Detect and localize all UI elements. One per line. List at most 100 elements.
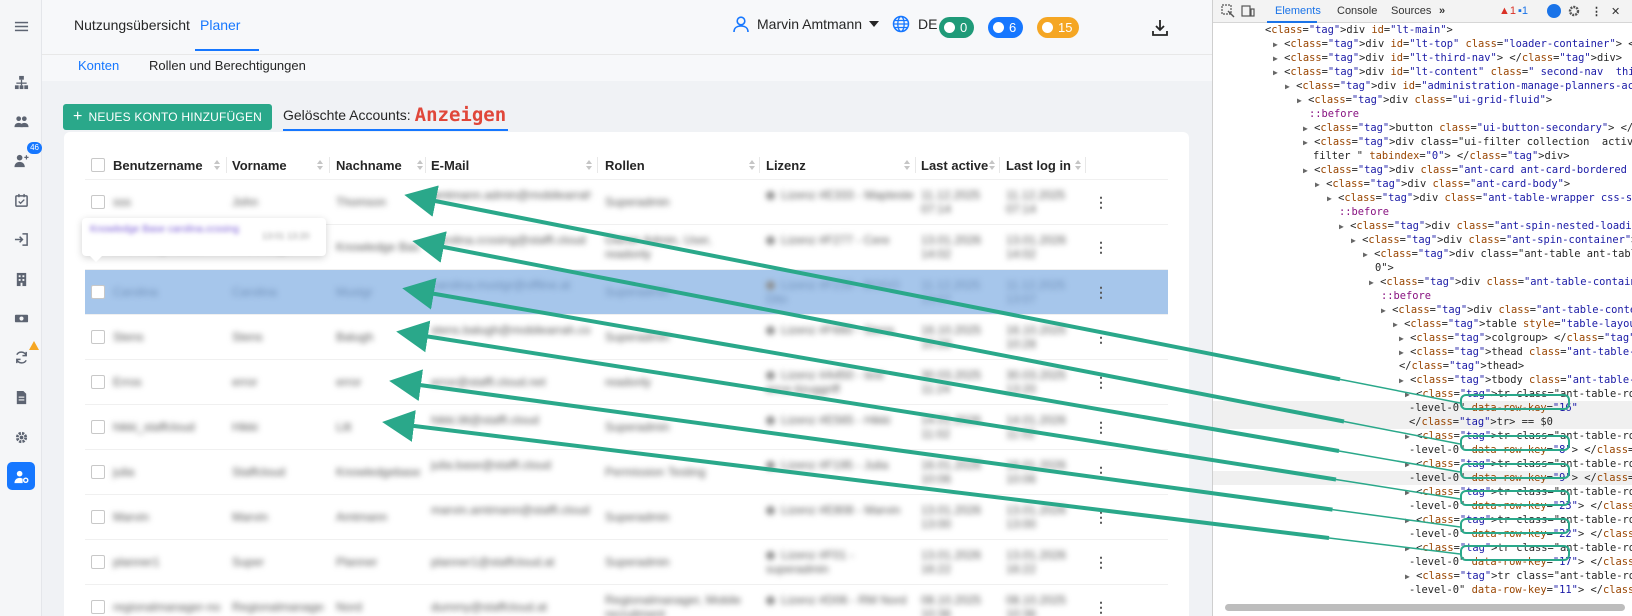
column-email[interactable]: E-Mail: [431, 158, 469, 173]
sync-icon[interactable]: [7, 341, 39, 371]
table-row[interactable]: Carolina Carolina Mustgr carolina.mustgr@of…: [85, 270, 1168, 315]
column-last-log-in[interactable]: Last log in: [1006, 158, 1071, 173]
org-chart-icon[interactable]: [7, 68, 35, 96]
tab-nutzungsuebersicht[interactable]: Nutzungsübersicht: [74, 17, 190, 33]
dom-node-line[interactable]: ▶ <class="tag">div id="lt-top" class="lo…: [1213, 37, 1632, 51]
more-vertical-icon[interactable]: ⋮: [1093, 238, 1109, 256]
dom-node-line[interactable]: ▶ <class="tag">div class="ui-filter coll…: [1213, 135, 1632, 149]
dom-node-line[interactable]: -level-0" data-row-key="11"> </class="ta…: [1213, 583, 1632, 597]
dom-node-line[interactable]: ▶ <class="tag">thead class="ant-table-th…: [1213, 345, 1632, 359]
dom-node-line[interactable]: ▶ <class="tag">div class="ant-card-body"…: [1213, 177, 1632, 191]
dom-node-line[interactable]: </class="tag">tr> == $0: [1213, 415, 1632, 429]
dom-node-line[interactable]: ▶ <class="tag">button class="ui-button-s…: [1213, 121, 1632, 135]
dom-node-line[interactable]: filter " tabindex="0"> </class="tag">div…: [1213, 149, 1632, 163]
devtools-tab-sources[interactable]: Sources: [1391, 5, 1431, 17]
add-user-icon[interactable]: 46: [7, 142, 42, 174]
building-icon[interactable]: [7, 265, 35, 293]
row-checkbox[interactable]: [91, 510, 105, 524]
dom-node-line[interactable]: ▶ <class="tag">div class="ant-table-cont…: [1213, 303, 1632, 317]
users-icon[interactable]: [7, 107, 35, 135]
devtools-tab-console[interactable]: Console: [1337, 5, 1377, 17]
column-vorname[interactable]: Vorname: [232, 158, 287, 173]
more-vertical-icon[interactable]: ⋮: [1093, 598, 1109, 616]
row-checkbox[interactable]: [91, 375, 105, 389]
table-row[interactable]: Marvin Marvin Amtmann marvin.amtmann@staffl…: [85, 495, 1168, 540]
column-nachname[interactable]: Nachname: [336, 158, 402, 173]
more-tabs-icon[interactable]: »: [1439, 5, 1445, 17]
dom-node-line[interactable]: ▶ <class="tag">div id="administration-ma…: [1213, 79, 1632, 93]
dom-node-line[interactable]: ▶ <class="tag">div class="ant-table-wrap…: [1213, 191, 1632, 205]
timer-counter[interactable]: 15: [1037, 17, 1080, 38]
dom-node-line[interactable]: ::before: [1213, 205, 1632, 219]
select-all-checkbox[interactable]: [91, 158, 105, 172]
dom-node-line[interactable]: ▶ <class="tag">div class="ant-spin-conta…: [1213, 233, 1632, 247]
inspect-icon[interactable]: [1221, 4, 1235, 18]
dom-node-line[interactable]: ▶ <class="tag">div id="lt-third-nav"> </…: [1213, 51, 1632, 65]
dom-node-line[interactable]: ▶ <class="tag">tr class="ant-table-row a…: [1213, 569, 1632, 583]
subtab-rollen[interactable]: Rollen und Berechtigungen: [149, 58, 306, 73]
row-checkbox[interactable]: [91, 420, 105, 434]
row-checkbox[interactable]: [91, 195, 105, 209]
devtools-tab-elements[interactable]: Elements: [1275, 5, 1321, 17]
more-vertical-icon[interactable]: ⋮: [1093, 373, 1109, 391]
user-menu[interactable]: Marvin Amtmann: [732, 15, 880, 33]
more-vertical-icon[interactable]: ⋮: [1093, 553, 1109, 571]
tab-planer[interactable]: Planer: [200, 17, 240, 33]
close-devtools-icon[interactable]: ✕: [1611, 5, 1620, 18]
row-checkbox[interactable]: [91, 600, 105, 614]
devtools-warnings[interactable]: ▲1: [1499, 5, 1516, 17]
settings-icon[interactable]: [7, 423, 35, 451]
dom-node-line[interactable]: ▶ <class="tag">div class="ant-spin-neste…: [1213, 219, 1632, 233]
dom-node-line[interactable]: ▶ <class="tag">table style="table-layout…: [1213, 317, 1632, 331]
sort-icon[interactable]: [904, 160, 910, 171]
column-rollen[interactable]: Rollen: [605, 158, 645, 173]
add-account-button[interactable]: + NEUES KONTO HINZUFÜGEN: [63, 104, 272, 130]
calendar-check-icon[interactable]: [7, 186, 35, 214]
kebab-menu-icon[interactable]: ⋮: [1591, 5, 1602, 18]
column-last-active[interactable]: Last active: [921, 158, 988, 173]
device-toggle-icon[interactable]: [1241, 4, 1255, 18]
document-icon[interactable]: [7, 383, 35, 411]
table-row[interactable]: Erros error error error@staffl.cloud.net rea…: [85, 360, 1168, 405]
table-row[interactable]: julia Staffcloud Knowledgebase julia.base@s…: [85, 450, 1168, 495]
dom-node-line[interactable]: ▶ <class="tag">div class="ant-table ant-…: [1213, 247, 1632, 261]
table-row[interactable]: planner1 Super Planner planner1@staffcloud.…: [85, 540, 1168, 585]
more-vertical-icon[interactable]: ⋮: [1093, 418, 1109, 436]
dom-node-line[interactable]: ::before: [1213, 107, 1632, 121]
table-row[interactable]: regionalmanager-nord Regionalmanager Nord d…: [85, 585, 1168, 616]
settings-icon[interactable]: [1567, 4, 1581, 18]
money-icon[interactable]: [7, 304, 35, 332]
more-vertical-icon[interactable]: ⋮: [1093, 283, 1109, 301]
sort-icon[interactable]: [586, 160, 592, 171]
column-lizenz[interactable]: Lizenz: [766, 158, 806, 173]
download-icon[interactable]: [1150, 18, 1170, 38]
row-checkbox[interactable]: [91, 555, 105, 569]
dom-node-line[interactable]: ▶ <class="tag">colgroup> </class="tag">c…: [1213, 331, 1632, 345]
deleted-accounts-filter[interactable]: Gelöschte Accounts: Anzeigen: [283, 101, 509, 131]
horizontal-scrollbar[interactable]: [1225, 604, 1625, 611]
dom-node-line[interactable]: ::before: [1213, 289, 1632, 303]
dom-node-line[interactable]: ▶ <class="tag">tbody class="ant-table-tb…: [1213, 373, 1632, 387]
sort-icon[interactable]: [317, 160, 323, 171]
table-row[interactable]: hikki_staffcloud Hikki Lilt hikki.lilt@staf…: [85, 405, 1168, 450]
dom-node-line[interactable]: 0">: [1213, 261, 1632, 275]
row-checkbox[interactable]: [91, 330, 105, 344]
more-vertical-icon[interactable]: ⋮: [1093, 508, 1109, 526]
row-checkbox[interactable]: [91, 285, 105, 299]
row-checkbox[interactable]: [91, 465, 105, 479]
login-icon[interactable]: [7, 225, 35, 253]
dom-node-line[interactable]: </class="tag">thead>: [1213, 359, 1632, 373]
column-benutzername[interactable]: Benutzername: [113, 158, 203, 173]
menu-icon[interactable]: [7, 12, 35, 40]
dom-node-line[interactable]: ▶ <class="tag">div class="ant-table-cont…: [1213, 275, 1632, 289]
more-vertical-icon[interactable]: ⋮: [1093, 463, 1109, 481]
sort-icon[interactable]: [1075, 160, 1081, 171]
more-vertical-icon[interactable]: ⋮: [1093, 193, 1109, 211]
dom-node-line[interactable]: ▶ <class="tag">div class="ant-card ant-c…: [1213, 163, 1632, 177]
sort-icon[interactable]: [989, 160, 995, 171]
more-vertical-icon[interactable]: ⋮: [1093, 328, 1109, 346]
dom-node-line[interactable]: ▶ <class="tag">div class="ui-grid-fluid"…: [1213, 93, 1632, 107]
user-settings-icon[interactable]: [7, 462, 35, 490]
sort-icon[interactable]: [214, 160, 220, 171]
sort-icon[interactable]: [749, 160, 755, 171]
